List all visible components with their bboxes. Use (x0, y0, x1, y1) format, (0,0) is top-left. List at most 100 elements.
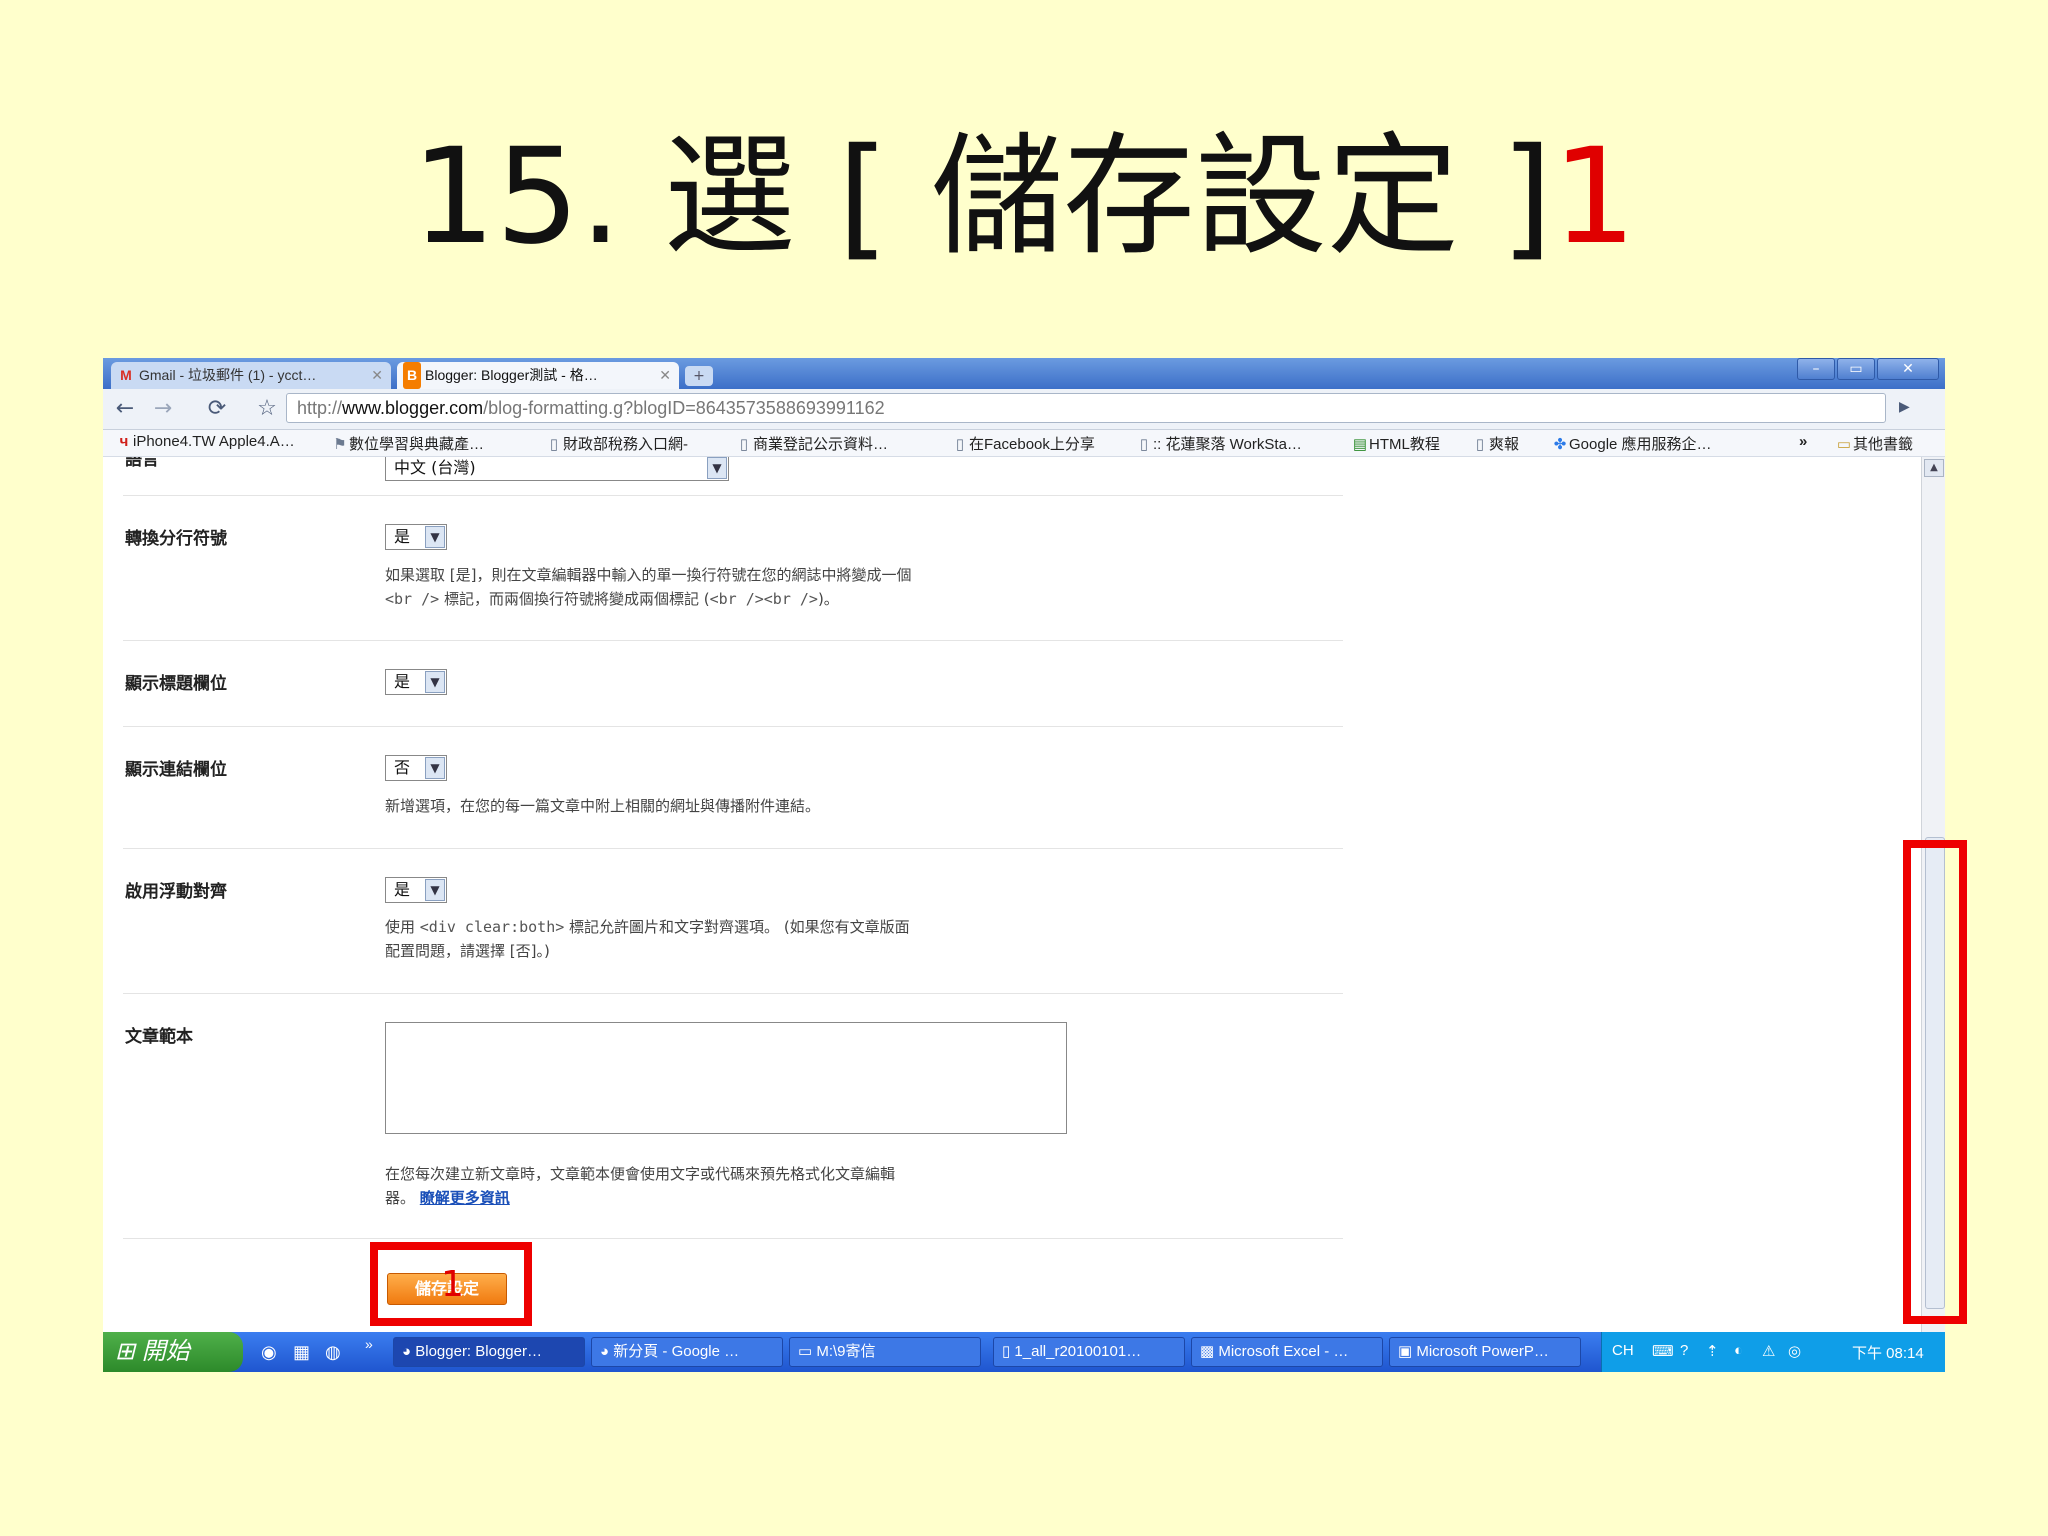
bookmark-item[interactable]: ✤ Google 應用服務企… (1551, 433, 1712, 454)
restore-button[interactable]: ▭ (1837, 358, 1875, 380)
tab-label: Gmail - 垃圾郵件 (1) - ycct… (139, 367, 317, 383)
bookmark-item[interactable]: ▤ HTML教程 (1351, 433, 1440, 454)
bookmark-item[interactable]: ⚑ 數位學習與典藏產… (331, 433, 484, 454)
row-divider (123, 640, 1343, 641)
bookmarks-bar: ч iPhone4.TW Apple4.A… ⚑ 數位學習與典藏產… ▯ 財政部稅務入… (103, 430, 1945, 457)
quicklaunch-browser-icon[interactable]: ◍ (325, 1342, 341, 1363)
folder-icon: ▭ (1836, 436, 1852, 453)
other-bookmarks[interactable]: ▭ 其他書籤 (1835, 433, 1913, 454)
input-language[interactable]: CH (1612, 1342, 1634, 1359)
blogger-icon: B (403, 362, 421, 389)
quicklaunch-more-icon[interactable]: » (365, 1336, 373, 1352)
network-icon[interactable]: ⇡ (1706, 1342, 1719, 1360)
security-icon[interactable]: ⚠ (1762, 1342, 1775, 1360)
slide-title-text: 15. 選 [ 儲存設定 ] (411, 120, 1553, 274)
help-line: 在您每次建立新文章時，文章範本便會使用文字或代碼來預先格式化文章編輯 (385, 1165, 896, 1183)
excel-icon: ▩ (1200, 1343, 1219, 1360)
help-text: 標記允許圖片和文字對齊選項。 (如果您有文章版面 (564, 918, 910, 936)
bookmark-label: 數位學習與典藏產… (349, 436, 485, 453)
help-line: 器。 瞭解更多資訊 (385, 1186, 895, 1210)
keyboard-icon[interactable]: ⌨ (1652, 1342, 1674, 1360)
help-line: 配置問題，請選擇 [否]。) (385, 942, 550, 960)
windows-logo-icon: ⊞ (115, 1338, 136, 1365)
new-tab-button[interactable]: + (685, 366, 713, 386)
help-line: 使用 <div clear:both> 標記允許圖片和文字對齊選項。 (如果您有… (385, 915, 910, 939)
bookmark-item[interactable]: ▯:: 花蓮聚落 WorkSta… (1135, 433, 1302, 454)
tab-strip: M Gmail - 垃圾郵件 (1) - ycct… ✕ B Blogger: Bl… (103, 358, 1945, 389)
back-button[interactable]: ← (111, 395, 139, 423)
chevron-down-icon: ▼ (425, 757, 445, 779)
post-template-textarea[interactable] (385, 1022, 1067, 1134)
close-icon[interactable]: ✕ (659, 362, 671, 389)
row-divider (123, 848, 1343, 849)
bookmark-label: 其他書籤 (1853, 436, 1914, 453)
taskbar-item[interactable]: ▣ Microsoft PowerP… (1389, 1337, 1581, 1367)
slide-title: 15. 選 [ 儲存設定 ]1 (0, 118, 2048, 276)
taskbar-item[interactable]: ▭ M:\9寄信 (789, 1337, 981, 1367)
site-icon: ▤ (1352, 436, 1368, 453)
learn-more-link[interactable]: 瞭解更多資訊 (420, 1189, 510, 1207)
bookmark-item[interactable]: ч iPhone4.TW Apple4.A… (115, 433, 295, 450)
forward-button[interactable]: → (149, 395, 177, 423)
save-button-highlight (370, 1242, 532, 1326)
convert-breaks-select[interactable]: 是 ▼ (385, 524, 447, 550)
convert-breaks-help: 如果選取 [是]，則在文章編輯器中輸入的單一換行符號在您的網誌中將變成一個 <b… (385, 563, 911, 611)
taskbar-item[interactable]: ▩ Microsoft Excel - … (1191, 1337, 1383, 1367)
convert-breaks-label: 轉換分行符號 (125, 529, 227, 549)
start-label: 開始 (141, 1338, 190, 1365)
taskbar-item[interactable]: ◕ Blogger: Blogger… (393, 1337, 585, 1367)
task-label: Blogger: Blogger… (415, 1343, 542, 1360)
close-icon[interactable]: ✕ (371, 362, 383, 389)
start-button[interactable]: ⊞ 開始 (103, 1332, 243, 1372)
url-path: /blog-formatting.g?blogID=86435735886939… (483, 398, 885, 418)
volume-icon[interactable]: ◐ (1734, 1342, 1743, 1359)
post-template-help: 在您每次建立新文章時，文章範本便會使用文字或代碼來預先格式化文章編輯 器。 瞭解… (385, 1162, 895, 1210)
code-snippet: <br /> (385, 590, 440, 608)
row-divider (123, 726, 1343, 727)
bookmark-item[interactable]: ▯ 在Facebook上分享 (951, 433, 1095, 454)
address-bar[interactable]: http://www.blogger.com/blog-formatting.g… (286, 393, 1886, 423)
star-icon[interactable]: ☆ (253, 395, 281, 423)
update-icon[interactable]: ◎ (1788, 1342, 1801, 1360)
help-icon[interactable]: ? (1680, 1342, 1688, 1359)
show-link-select[interactable]: 否 ▼ (385, 755, 447, 781)
bookmark-label: :: 花蓮聚落 WorkSta… (1153, 436, 1302, 453)
bookmark-label: Google 應用服務企… (1569, 436, 1712, 453)
bookmark-item[interactable]: ▯ 爽報 (1471, 433, 1519, 454)
close-window-button[interactable]: ✕ (1877, 358, 1939, 380)
scroll-up-button[interactable]: ▲ (1924, 459, 1944, 477)
chevron-down-icon: ▼ (425, 671, 445, 693)
tab-gmail[interactable]: M Gmail - 垃圾郵件 (1) - ycct… ✕ (111, 362, 391, 389)
quicklaunch-apps-icon[interactable]: ▦ (293, 1342, 310, 1363)
row-divider (123, 993, 1343, 994)
taskbar-item[interactable]: ▯ 1_all_r20100101… (993, 1337, 1185, 1367)
show-title-select[interactable]: 是 ▼ (385, 669, 447, 695)
browser-screenshot: M Gmail - 垃圾郵件 (1) - ycct… ✕ B Blogger: Bl… (103, 358, 1945, 1372)
taskbar-item[interactable]: ◕ 新分頁 - Google … (591, 1337, 783, 1367)
float-align-select[interactable]: 是 ▼ (385, 877, 447, 903)
bookmark-item[interactable]: ▯ 財政部稅務入口網- (545, 433, 688, 454)
quicklaunch-media-icon[interactable]: ◉ (261, 1342, 277, 1363)
tab-blogger[interactable]: B Blogger: Blogger測試 - 格… ✕ (397, 362, 679, 389)
site-icon: ⚑ (333, 436, 347, 453)
help-text: 使用 (385, 918, 420, 936)
folder-icon: ▭ (798, 1343, 817, 1360)
google-icon: ✤ (1553, 436, 1567, 453)
show-title-label: 顯示標題欄位 (125, 674, 227, 694)
bookmarks-overflow-button[interactable]: » (1799, 433, 1807, 450)
reload-button[interactable]: ⟳ (203, 395, 231, 423)
language-select[interactable]: 中文 (台灣) ▼ (385, 457, 729, 481)
page-icon: ▯ (1475, 436, 1485, 453)
help-text: )。 (817, 590, 839, 608)
chrome-icon: ◕ (402, 1343, 416, 1360)
page-icon: ▯ (739, 436, 749, 453)
clock: 下午 08:14 (1852, 1345, 1924, 1362)
code-snippet: <br /><br /> (709, 590, 818, 608)
bookmark-item[interactable]: ▯ 商業登記公示資料… (735, 433, 888, 454)
url-domain: www.blogger.com (342, 398, 484, 418)
chrome-icon: ◕ (600, 1343, 614, 1360)
site-icon: ч (119, 433, 129, 450)
page-icon: ▯ (549, 436, 559, 453)
minimize-button[interactable]: – (1797, 358, 1835, 380)
bookmark-label: iPhone4.TW Apple4.A… (133, 433, 295, 450)
